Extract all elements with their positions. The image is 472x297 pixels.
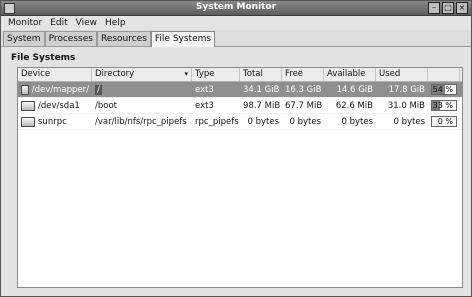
- used-size: 17.8 GiB: [388, 84, 425, 95]
- column-usage[interactable]: [428, 68, 460, 81]
- usage-percent: 33 %: [432, 101, 453, 110]
- system-monitor-window: System Monitor – □ × Monitor Edit View H…: [0, 0, 472, 297]
- column-device[interactable]: Device: [18, 68, 92, 81]
- tab-file-systems[interactable]: File Systems: [150, 31, 216, 47]
- usage-percent: 0 %: [437, 117, 453, 126]
- usage-percent: 54 %: [432, 85, 453, 94]
- file-systems-table: Device Directory ▾ Type Total Free Availa…: [17, 67, 463, 288]
- sort-descending-icon: ▾: [184, 70, 188, 78]
- total-size: 34.1 GiB: [243, 84, 280, 95]
- fs-type: ext3: [195, 84, 214, 95]
- free-size: 0 bytes: [289, 116, 321, 127]
- menu-view[interactable]: View: [73, 18, 100, 28]
- column-directory[interactable]: Directory ▾: [92, 68, 192, 81]
- directory-path: /var/lib/nfs/rpc_pipefs: [95, 116, 187, 127]
- minimize-button[interactable]: –: [428, 2, 440, 14]
- section-title: File Systems: [11, 53, 76, 63]
- column-total[interactable]: Total: [240, 68, 282, 81]
- file-systems-panel: File Systems Device Directory ▾ Type Tota…: [9, 51, 463, 288]
- available-size: 14.6 GiB: [336, 84, 373, 95]
- column-available[interactable]: Available: [324, 68, 376, 81]
- column-used[interactable]: Used: [376, 68, 428, 81]
- menu-bar: Monitor Edit View Help: [1, 16, 471, 30]
- total-size: 0 bytes: [247, 116, 279, 127]
- available-size: 0 bytes: [341, 116, 373, 127]
- drive-icon: [21, 116, 35, 127]
- usage-bar: 33 %: [431, 100, 457, 111]
- tab-processes[interactable]: Processes: [44, 31, 97, 46]
- column-type[interactable]: Type: [192, 68, 240, 81]
- available-size: 62.6 MiB: [335, 100, 373, 111]
- table-row[interactable]: /dev/mapper/ / ext3 34.1 GiB 16.3 GiB 14…: [18, 82, 462, 98]
- window-title: System Monitor: [195, 2, 277, 12]
- tab-strip: System Processes Resources File Systems: [1, 30, 471, 47]
- fs-type: ext3: [195, 100, 214, 111]
- menu-edit[interactable]: Edit: [47, 18, 70, 28]
- directory-path: /: [95, 84, 102, 95]
- free-size: 16.3 GiB: [285, 84, 322, 95]
- usage-bar: 0 %: [431, 116, 457, 127]
- menu-help[interactable]: Help: [102, 18, 129, 28]
- drive-icon: [21, 100, 35, 111]
- fs-type: rpc_pipefs: [195, 116, 239, 127]
- maximize-button[interactable]: □: [442, 2, 454, 14]
- column-free[interactable]: Free: [282, 68, 324, 81]
- device-name: /dev/sda1: [38, 100, 80, 111]
- usage-bar: 54 %: [431, 84, 457, 95]
- total-size: 98.7 MiB: [243, 100, 281, 111]
- table-header: Device Directory ▾ Type Total Free Availa…: [18, 68, 462, 82]
- close-button[interactable]: ×: [456, 2, 468, 14]
- device-name: sunrpc: [38, 116, 67, 127]
- used-size: 31.0 MiB: [387, 100, 425, 111]
- directory-path: /boot: [95, 100, 117, 111]
- title-bar[interactable]: System Monitor – □ ×: [1, 1, 471, 16]
- tab-resources[interactable]: Resources: [96, 31, 151, 46]
- table-row[interactable]: sunrpc /var/lib/nfs/rpc_pipefs rpc_pipef…: [18, 114, 462, 130]
- column-directory-label: Directory: [95, 69, 135, 79]
- used-size: 0 bytes: [393, 116, 425, 127]
- free-size: 67.7 MiB: [285, 100, 323, 111]
- tab-system[interactable]: System: [3, 31, 45, 46]
- device-name: /dev/mapper/: [31, 84, 89, 95]
- menu-monitor[interactable]: Monitor: [5, 18, 45, 28]
- drive-icon: [21, 84, 29, 95]
- table-row[interactable]: /dev/sda1 /boot ext3 98.7 MiB 67.7 MiB 6…: [18, 98, 462, 114]
